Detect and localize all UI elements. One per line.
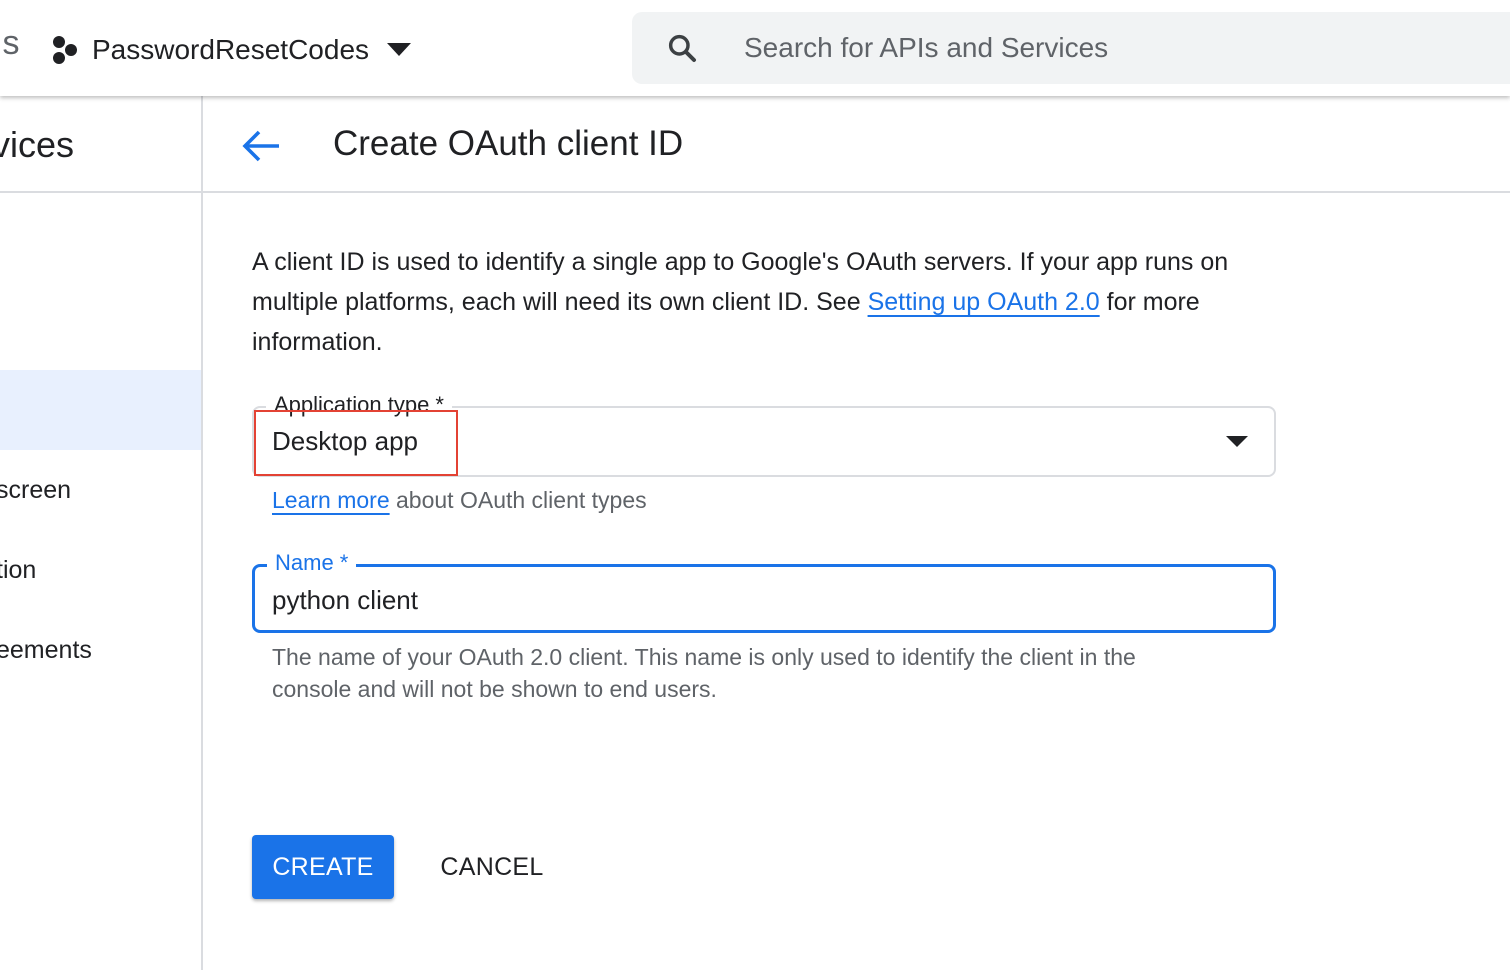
name-input[interactable]: [272, 581, 1252, 619]
search-icon[interactable]: [666, 32, 698, 64]
sidebar-item-active[interactable]: [0, 370, 201, 450]
sidebar-item-label: eements: [0, 635, 92, 664]
create-button[interactable]: CREATE: [252, 835, 394, 899]
cancel-button[interactable]: CANCEL: [422, 835, 562, 899]
page-header: Create OAuth client ID: [203, 96, 1510, 193]
project-hexagon-icon: [53, 36, 77, 64]
sidebar: vices screen tion eements: [0, 96, 203, 970]
page-title: Create OAuth client ID: [333, 124, 684, 163]
sidebar-item[interactable]: [0, 210, 201, 290]
intro-paragraph: A client ID is used to identify a single…: [252, 242, 1282, 362]
name-label: Name *: [267, 549, 357, 577]
sidebar-item-consent-screen[interactable]: screen: [0, 450, 201, 530]
product-name-fragment: ls: [0, 24, 21, 62]
top-bar: ls PasswordResetCodes: [0, 0, 1510, 96]
search-bar[interactable]: [632, 12, 1510, 84]
chevron-down-icon: [387, 43, 412, 56]
application-type-helper: Learn more about OAuth client types: [272, 487, 647, 514]
application-type-label: Application type *: [266, 391, 452, 419]
project-name: PasswordResetCodes: [92, 34, 370, 65]
back-arrow-icon[interactable]: [237, 122, 285, 170]
name-hint: The name of your OAuth 2.0 client. This …: [272, 644, 1136, 702]
sidebar-item-label: screen: [0, 475, 72, 504]
learn-more-link[interactable]: Learn more: [272, 487, 390, 513]
sidebar-title: vices: [0, 124, 75, 165]
search-input[interactable]: [742, 22, 1502, 74]
application-type-select[interactable]: Application type * Desktop app: [252, 391, 1276, 477]
sidebar-divider: [0, 191, 201, 193]
helper-text: about OAuth client types: [389, 487, 647, 513]
dropdown-arrow-icon: [1226, 436, 1248, 447]
application-type-value: Desktop app: [272, 426, 418, 456]
sidebar-item-verification[interactable]: tion: [0, 530, 201, 610]
sidebar-item[interactable]: [0, 290, 201, 370]
sidebar-item-agreements[interactable]: eements: [0, 610, 201, 690]
name-field[interactable]: Name *: [252, 549, 1276, 633]
setting-up-oauth-link[interactable]: Setting up OAuth 2.0: [868, 288, 1100, 316]
project-picker[interactable]: PasswordResetCodes: [50, 28, 412, 72]
sidebar-item-label: tion: [0, 555, 37, 584]
